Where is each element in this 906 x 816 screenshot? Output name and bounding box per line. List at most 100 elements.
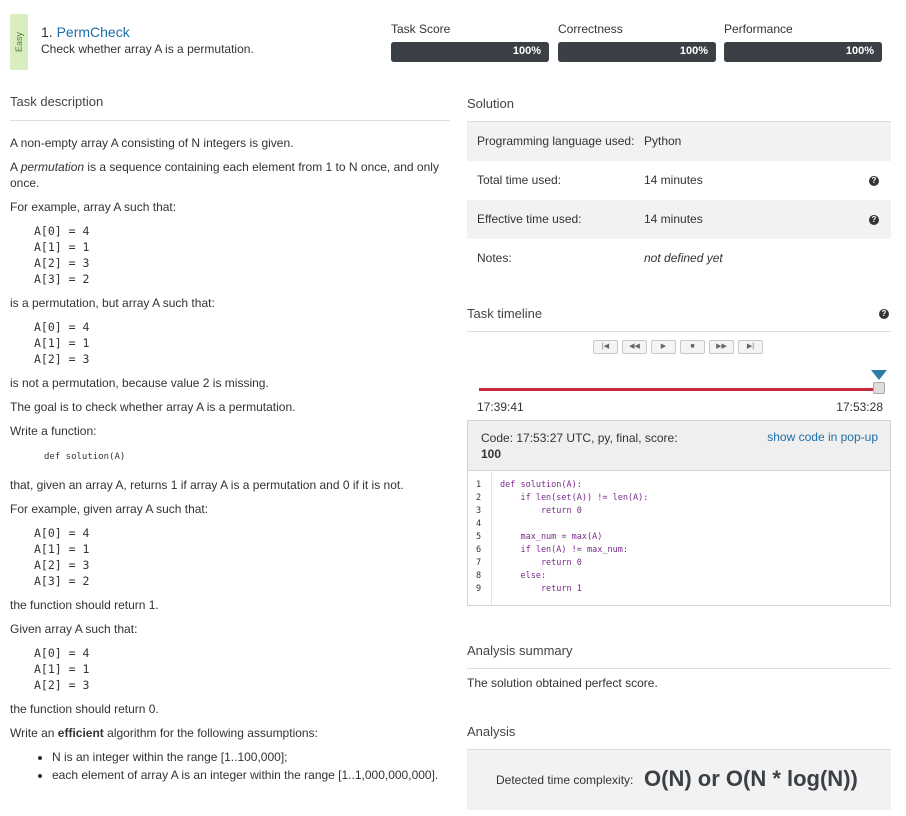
code-viewer: Code: 17:53:27 UTC, py, final, score: 10… <box>467 420 891 606</box>
metric-label: Task Score <box>391 22 451 36</box>
time-complexity-row: Detected time complexity: O(N) or O(N * … <box>467 750 891 810</box>
desc-paragraph: A non-empty array A consisting of N inte… <box>10 136 294 150</box>
code-line-source: return 1 <box>500 584 582 594</box>
example-array-line: A[1] = 1 <box>34 542 90 556</box>
example-array-line: A[1] = 1 <box>34 240 90 254</box>
desc-paragraph: For example, given array A such that: <box>10 502 209 516</box>
metric-value: 100% <box>845 45 874 57</box>
section-title-analysis: Analysis <box>467 724 891 750</box>
example-array-line: A[2] = 3 <box>34 256 90 270</box>
code-line-source: if len(set(A)) != len(A): <box>500 493 649 503</box>
task-number: 1. <box>41 24 53 40</box>
desc-paragraph: that, given an array A, returns 1 if arr… <box>10 478 404 492</box>
section-title-analysis-summary: Analysis summary <box>467 643 891 669</box>
solution-key: Effective time used: <box>477 212 582 226</box>
task-title: 1. PermCheck <box>41 24 130 40</box>
desc-paragraph: the function should return 0. <box>10 702 159 716</box>
help-icon[interactable]: ? <box>869 176 879 186</box>
solution-row-effective-time: Effective time used: 14 minutes ? <box>467 200 891 239</box>
code-line: 2 if len(set(A)) != len(A): <box>468 492 890 505</box>
solution-value: 14 minutes <box>644 212 703 226</box>
help-icon[interactable]: ? <box>869 215 879 225</box>
example-array: A[0] = 4 A[1] = 1 A[2] = 3 <box>10 645 450 693</box>
example-array-line: A[0] = 4 <box>34 320 90 334</box>
code-line: 6 if len(A) != max_num: <box>468 544 890 557</box>
help-icon[interactable]: ? <box>879 309 889 319</box>
code-line: 1 def solution(A): <box>468 479 890 492</box>
timeline-marker-icon <box>871 370 887 380</box>
solution-key: Total time used: <box>477 173 562 187</box>
emphasis-text: permutation <box>20 160 85 174</box>
stop-button[interactable]: ■ <box>680 340 705 354</box>
metric-bar: 100% <box>724 42 882 62</box>
task-description-panel: Task description A non-empty array A con… <box>10 94 450 785</box>
timeline-slider[interactable] <box>467 360 891 394</box>
task-name-link[interactable]: PermCheck <box>57 24 130 40</box>
assumptions-list: N is an integer within the range [1..100… <box>10 749 450 783</box>
desc-paragraph: the function should return 1. <box>10 598 159 612</box>
analysis-summary-text: The solution obtained perfect score. <box>467 676 658 690</box>
desc-paragraph: is not a permutation, because value 2 is… <box>10 376 269 390</box>
timeline-start-time: 17:39:41 <box>477 400 524 414</box>
example-array-line: A[0] = 4 <box>34 224 90 238</box>
section-title-task-description: Task description <box>10 94 450 121</box>
example-array-line: A[2] = 3 <box>34 678 90 692</box>
timeline-end-time: 17:53:28 <box>836 400 883 414</box>
code-line: 5 max_num = max(A) <box>468 531 890 544</box>
solution-key: Notes: <box>477 251 512 265</box>
code-line-number: 7 <box>476 558 482 568</box>
strong-text: efficient <box>57 726 104 740</box>
example-array-line: A[0] = 4 <box>34 526 90 540</box>
code-line-source: return 0 <box>500 506 582 516</box>
code-line-number: 2 <box>476 493 482 503</box>
code-score: 100 <box>481 447 502 461</box>
code-info-line: Code: 17:53:27 UTC, py, final, score: <box>481 431 678 445</box>
solution-key: Programming language used: <box>477 134 635 148</box>
show-code-popup-link[interactable]: show code in pop-up <box>767 430 878 444</box>
solution-panel: Solution Programming language used: Pyth… <box>467 96 891 278</box>
timeline-times: 17:39:41 17:53:28 <box>467 400 891 416</box>
solution-row-notes: Notes: not defined yet <box>467 239 891 278</box>
metric-value: 100% <box>679 45 708 57</box>
metric-task-score: Task Score 100% <box>391 22 549 62</box>
assumption-item: each element of array A is an integer wi… <box>52 767 450 783</box>
solution-value: Python <box>644 134 682 148</box>
code-line-source: if len(A) != max_num: <box>500 545 628 555</box>
code-line-number: 5 <box>476 532 482 542</box>
time-complexity-value: O(N) or O(N * log(N)) <box>644 766 858 791</box>
code-line-number: 1 <box>476 480 482 490</box>
example-array-line: A[0] = 4 <box>34 646 90 660</box>
difficulty-badge: Easy <box>10 14 28 70</box>
example-array-line: A[2] = 3 <box>34 352 90 366</box>
step-back-button[interactable]: ◀◀ <box>622 340 647 354</box>
last-step-button[interactable]: ▶| <box>738 340 763 354</box>
code-info: Code: 17:53:27 UTC, py, final, score: 10… <box>481 430 678 462</box>
desc-paragraph: The goal is to check whether array A is … <box>10 400 296 414</box>
timeline-handle[interactable] <box>873 382 885 394</box>
time-complexity-label: Detected time complexity: <box>496 773 634 787</box>
first-step-button[interactable]: |◀ <box>593 340 618 354</box>
code-line: 8 else: <box>468 570 890 583</box>
code-line-source: max_num = max(A) <box>500 532 603 542</box>
example-array-line: A[2] = 3 <box>34 558 90 572</box>
section-title-solution: Solution <box>467 96 891 122</box>
assumption-item: N is an integer within the range [1..100… <box>52 749 450 765</box>
text-span: A <box>10 160 21 174</box>
code-line-number: 6 <box>476 545 482 555</box>
timeline-controls: |◀ ◀◀ ▶ ■ ▶▶ ▶| <box>593 340 891 354</box>
solution-table: Programming language used: Python Total … <box>467 122 891 278</box>
text-span: algorithm for the following assumptions: <box>103 726 318 740</box>
example-array: A[0] = 4 A[1] = 1 A[2] = 3 A[3] = 2 <box>10 223 450 287</box>
section-title-task-timeline: Task timeline <box>467 306 891 332</box>
code-line-number: 8 <box>476 571 482 581</box>
step-forward-button[interactable]: ▶▶ <box>709 340 734 354</box>
desc-paragraph: is a permutation, but array A such that: <box>10 296 215 310</box>
metric-bar: 100% <box>391 42 549 62</box>
task-timeline-panel: Task timeline ? |◀ ◀◀ ▶ ■ ▶▶ ▶| 17:39:41… <box>467 306 891 416</box>
example-array-line: A[1] = 1 <box>34 336 90 350</box>
metric-label: Performance <box>724 22 793 36</box>
desc-paragraph: Given array A such that: <box>10 622 138 636</box>
play-button[interactable]: ▶ <box>651 340 676 354</box>
code-line-source: def solution(A): <box>500 480 582 490</box>
timeline-track <box>479 388 881 391</box>
